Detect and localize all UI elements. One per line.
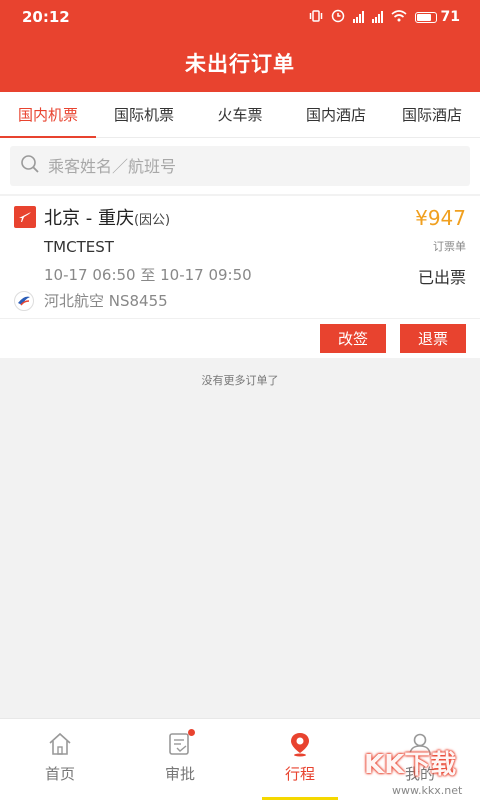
tab-international-hotel[interactable]: 国际酒店 xyxy=(384,92,480,137)
nav-trip[interactable]: 行程 xyxy=(240,719,360,800)
notification-dot xyxy=(188,729,195,736)
page-title: 未出行订单 xyxy=(0,34,480,92)
status-bar: 20:12 71 xyxy=(0,0,480,34)
order-card[interactable]: 北京 - 重庆(因公) ¥947 TMCTEST 订票单 10-17 06:50… xyxy=(0,196,480,318)
change-ticket-button[interactable]: 改签 xyxy=(320,324,386,353)
nav-trip-label: 行程 xyxy=(284,765,315,783)
tab-bar: 国内机票 国际机票 火车票 国内酒店 国际酒店 xyxy=(0,92,480,138)
approval-icon xyxy=(167,729,195,757)
tab-domestic-flight[interactable]: 国内机票 xyxy=(0,92,96,138)
route-text: 北京 - 重庆(因公) xyxy=(44,204,170,230)
search-bar xyxy=(0,138,480,194)
nav-approval[interactable]: 审批 xyxy=(120,719,240,800)
airline-row: 河北航空 NS8455 xyxy=(14,290,168,311)
battery-icon xyxy=(414,11,437,23)
location-pin-icon xyxy=(287,731,313,757)
ticket-status: 已出票 xyxy=(417,268,466,287)
nav-approval-label: 审批 xyxy=(164,765,195,783)
route-row: 北京 - 重庆(因公) xyxy=(14,204,170,230)
airline-logo-icon xyxy=(14,290,34,311)
vibrate-icon xyxy=(309,9,323,25)
user-icon xyxy=(407,731,433,757)
order-price: ¥947 xyxy=(415,206,466,230)
nav-home[interactable]: 首页 xyxy=(0,719,120,800)
order-actions: 改签 退票 xyxy=(0,318,480,358)
nav-mine[interactable]: 我的 xyxy=(360,719,480,800)
nav-mine-label: 我的 xyxy=(404,765,435,783)
route-cities: 北京 - 重庆 xyxy=(44,208,134,229)
tab-international-flight[interactable]: 国际机票 xyxy=(96,92,192,137)
battery-indicator: 71 xyxy=(414,9,460,25)
bottom-nav: 首页 审批 行程 我的 xyxy=(0,718,480,800)
battery-level: 71 xyxy=(440,9,460,25)
signal-icon xyxy=(352,11,364,23)
alarm-icon xyxy=(331,9,345,26)
status-time: 20:12 xyxy=(22,8,70,26)
wifi-icon xyxy=(390,9,407,25)
airline-flight: 河北航空 NS8455 xyxy=(44,292,168,310)
travel-type: (因公) xyxy=(133,213,171,228)
plane-icon xyxy=(14,206,36,228)
nav-home-label: 首页 xyxy=(44,765,75,783)
tab-train[interactable]: 火车票 xyxy=(192,92,288,137)
tab-domestic-hotel[interactable]: 国内酒店 xyxy=(288,92,384,137)
price-label: 订票单 xyxy=(433,240,466,253)
search-input[interactable] xyxy=(48,156,448,176)
search-icon xyxy=(20,154,40,178)
refund-ticket-button[interactable]: 退票 xyxy=(400,324,466,353)
order-pnr: TMCTEST xyxy=(44,238,114,256)
status-icons: 71 xyxy=(309,9,460,26)
signal-icon-2 xyxy=(371,11,383,23)
home-icon xyxy=(47,731,73,757)
search-box[interactable] xyxy=(10,146,470,186)
flight-time: 10-17 06:50 至 10-17 09:50 xyxy=(44,266,252,284)
list-end-text: 没有更多订单了 xyxy=(201,374,279,387)
